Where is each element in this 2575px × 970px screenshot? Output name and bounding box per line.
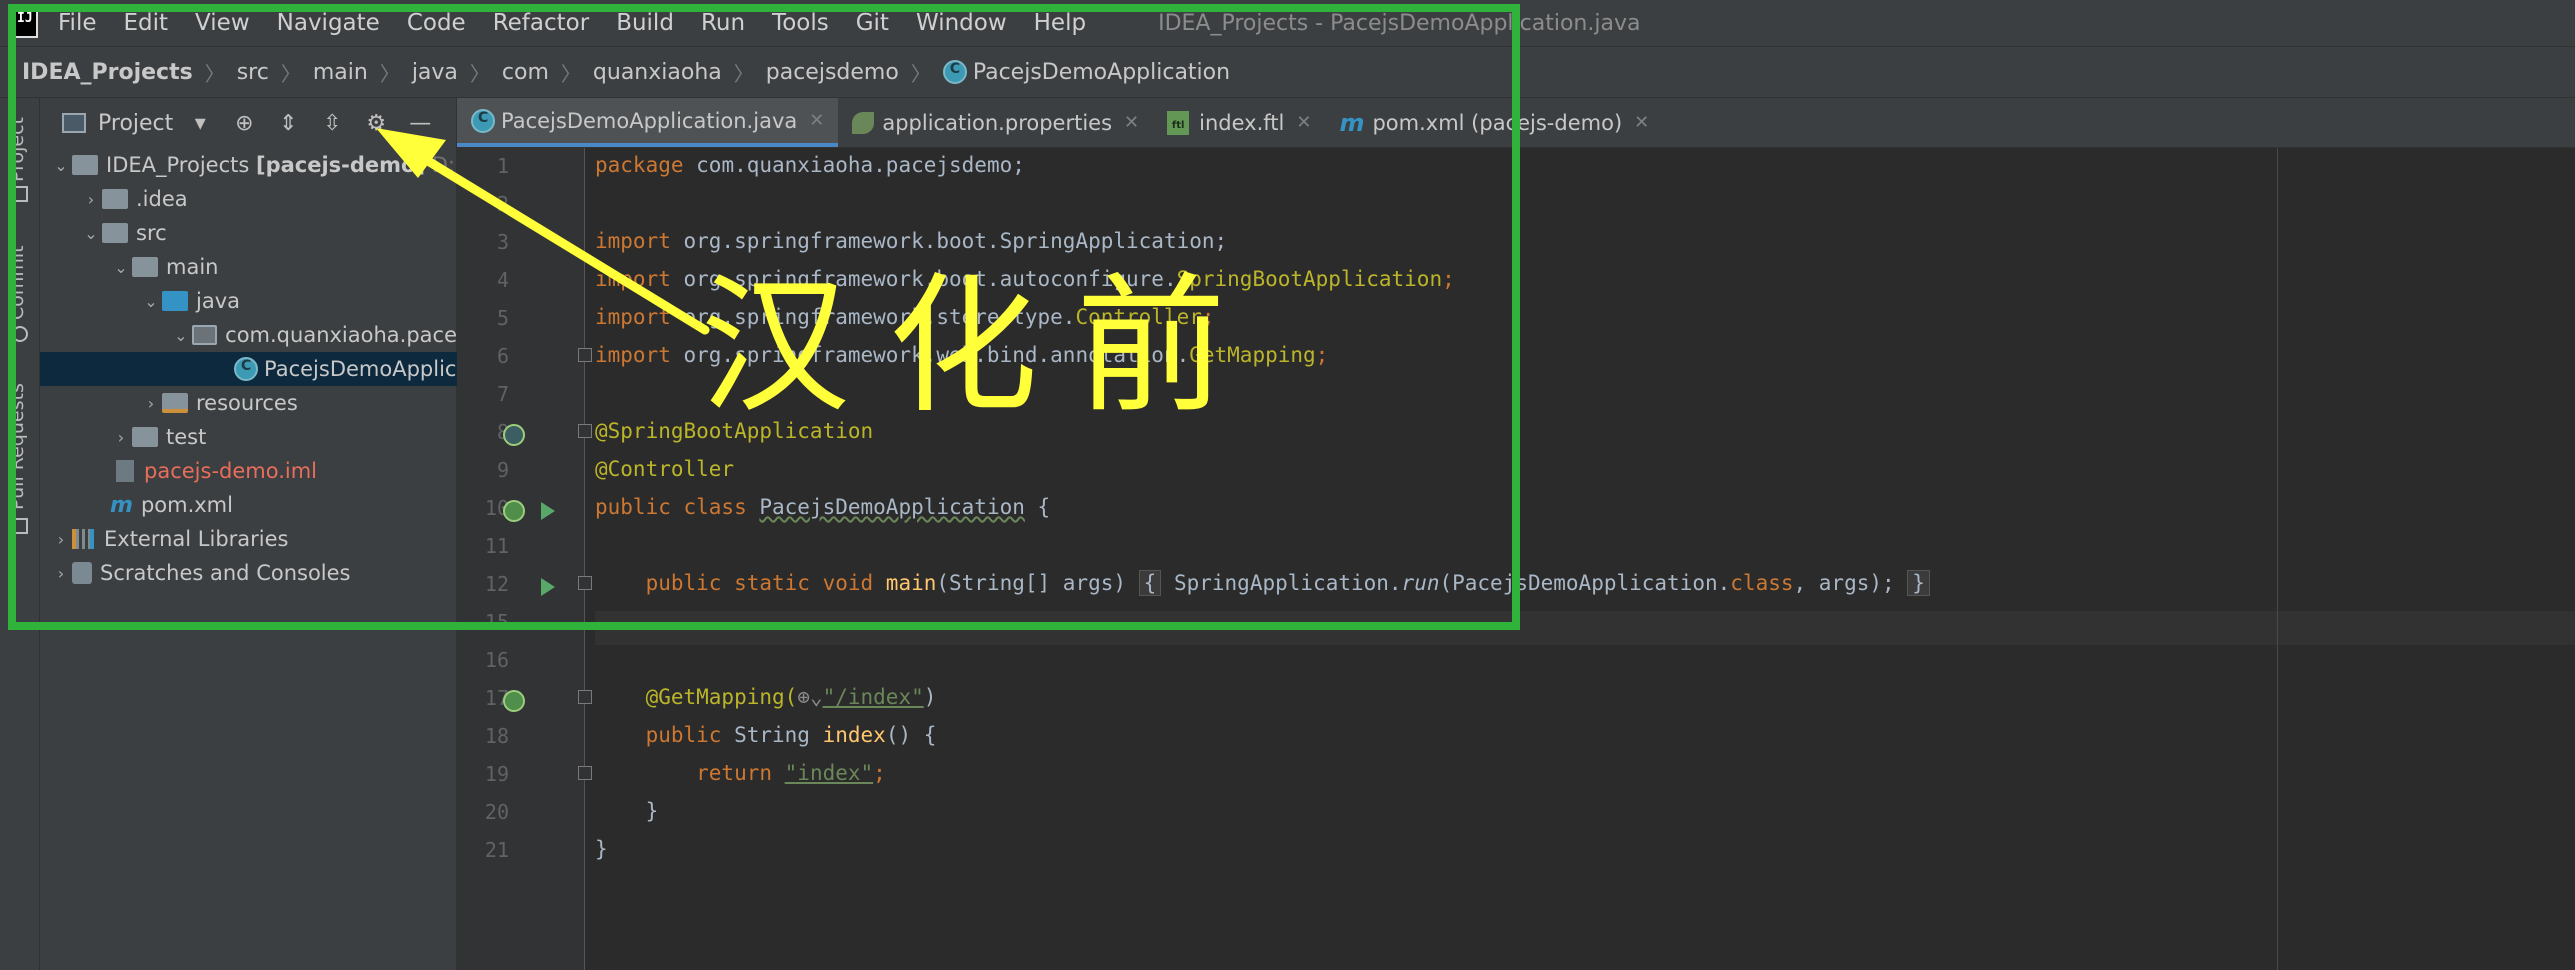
line-number: 18 — [484, 724, 509, 748]
annotation-text: 汉化前 — [700, 260, 1265, 434]
line-number: 16 — [484, 648, 509, 672]
code-line-16: @GetMapping(⊕⌄"/index") — [595, 685, 937, 709]
url-globe-icon[interactable]: ⊕⌄ — [797, 685, 822, 709]
code-line-17: public String index() { — [595, 723, 937, 747]
code-line-19: } — [595, 799, 659, 823]
code-line-20: } — [595, 837, 608, 861]
fold-marker-icon[interactable] — [578, 766, 592, 780]
spring-endpoint-icon[interactable] — [503, 690, 525, 712]
line-number: 21 — [484, 838, 509, 862]
fold-marker-icon[interactable] — [578, 690, 592, 704]
code-line-18: return "index"; — [595, 761, 886, 785]
folded-region[interactable]: } — [1907, 570, 1930, 596]
line-number: 17 — [484, 686, 509, 710]
line-number: 20 — [484, 800, 509, 824]
close-icon[interactable]: ✕ — [1634, 112, 1649, 133]
line-number: 19 — [484, 762, 509, 786]
